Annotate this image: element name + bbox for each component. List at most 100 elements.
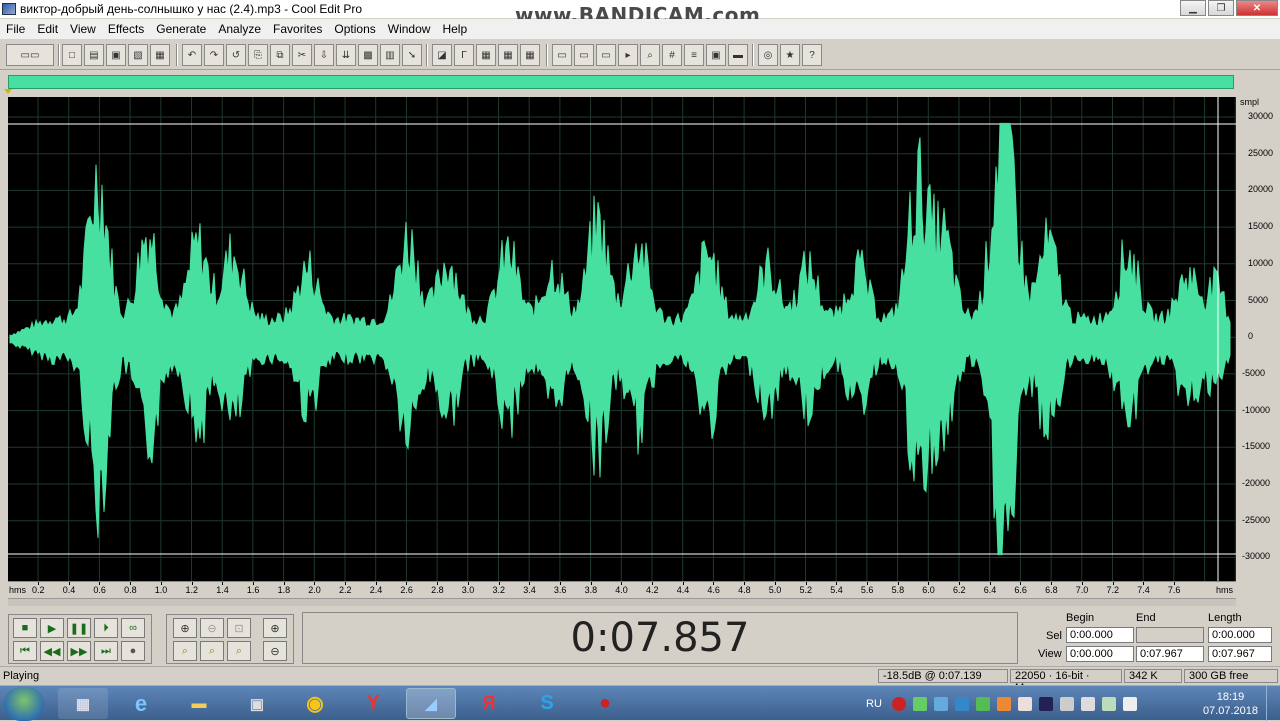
redo-button[interactable]: ↷ xyxy=(204,44,224,66)
repeat-button[interactable]: ↺ xyxy=(226,44,246,66)
minimize-button[interactable]: ▁ xyxy=(1180,0,1206,16)
tray-app-icon[interactable] xyxy=(975,696,990,711)
play-view-button[interactable]: ▸ xyxy=(618,44,638,66)
zoom-left-button[interactable]: ⌕ xyxy=(173,641,197,661)
favorites-button[interactable]: ★ xyxy=(780,44,800,66)
frequency-button[interactable]: Γ xyxy=(454,44,474,66)
mix-paste-button[interactable]: ▩ xyxy=(358,44,378,66)
view-button-2[interactable]: ▭ xyxy=(574,44,594,66)
stop-button[interactable]: ■ xyxy=(13,618,37,638)
taskbar-cool-edit[interactable]: ◢ xyxy=(406,688,456,719)
grid-button-2[interactable]: ▦ xyxy=(498,44,518,66)
taskbar-explorer[interactable]: ▬ xyxy=(174,688,224,719)
view-length-field[interactable]: 0:07.967 xyxy=(1208,646,1272,662)
menu-help[interactable]: Help xyxy=(436,22,473,36)
menu-analyze[interactable]: Analyze xyxy=(212,22,267,36)
fast-forward-button[interactable]: ▶▶ xyxy=(67,641,91,661)
close-button[interactable]: ✕ xyxy=(1236,0,1278,16)
minimize-view-button[interactable]: ▬ xyxy=(728,44,748,66)
zoom-out-horizontal-button[interactable]: ⊖ xyxy=(200,618,224,638)
language-indicator[interactable]: RU xyxy=(866,698,882,710)
pause-button[interactable]: ❚❚ xyxy=(67,618,91,638)
delete-silence-button[interactable]: ➘ xyxy=(402,44,422,66)
zoom-in-horizontal-button[interactable]: ⊕ xyxy=(173,618,197,638)
paste-button[interactable]: ⇩ xyxy=(314,44,334,66)
view-end-field[interactable]: 0:07.967 xyxy=(1136,646,1204,662)
go-to-start-button[interactable]: ⏮ xyxy=(13,641,37,661)
sel-begin-field[interactable]: 0:00.000 xyxy=(1066,627,1134,643)
waveform-display[interactable] xyxy=(8,97,1236,581)
numbers-button[interactable]: ≡ xyxy=(684,44,704,66)
taskbar-bandicam[interactable]: ● xyxy=(580,688,630,719)
view-begin-field[interactable]: 0:00.000 xyxy=(1066,646,1134,662)
menu-file[interactable]: File xyxy=(0,22,31,36)
save-button[interactable]: ▣ xyxy=(106,44,126,66)
zoom-full-button[interactable]: ⊡ xyxy=(227,618,251,638)
menu-effects[interactable]: Effects xyxy=(102,22,150,36)
toggle-multitrack-button[interactable]: ▭▭ xyxy=(6,44,54,66)
taskbar-app-4[interactable]: ▣ xyxy=(232,688,282,719)
show-desktop-button[interactable] xyxy=(1266,686,1280,721)
sel-end-field[interactable] xyxy=(1136,627,1204,643)
tray-app-icon[interactable] xyxy=(933,696,948,711)
cool-edit-app-icon[interactable] xyxy=(2,3,16,15)
copy-to-new-button[interactable]: ⧉ xyxy=(270,44,290,66)
taskbar-internet-explorer[interactable]: e xyxy=(116,688,166,719)
sel-length-field[interactable]: 0:00.000 xyxy=(1208,627,1272,643)
tray-app-icon[interactable] xyxy=(996,696,1011,711)
taskbar-yandex[interactable]: Я xyxy=(464,688,514,719)
paste-new-button[interactable]: ⇊ xyxy=(336,44,356,66)
menu-view[interactable]: View xyxy=(64,22,102,36)
tray-app-icon[interactable] xyxy=(954,696,969,711)
tray-app-icon[interactable] xyxy=(1017,696,1032,711)
record-tray-icon[interactable] xyxy=(891,696,906,711)
grid-button-1[interactable]: ▦ xyxy=(476,44,496,66)
taskbar-yandex-browser[interactable]: Y xyxy=(348,688,398,719)
loop-button[interactable]: ∞ xyxy=(121,618,145,638)
find-button[interactable]: ⌕ xyxy=(640,44,660,66)
menu-generate[interactable]: Generate xyxy=(150,22,212,36)
view-button-3[interactable]: ▭ xyxy=(596,44,616,66)
rewind-button[interactable]: ◀◀ xyxy=(40,641,64,661)
menu-favorites[interactable]: Favorites xyxy=(267,22,328,36)
new-button[interactable]: □ xyxy=(62,44,82,66)
menu-window[interactable]: Window xyxy=(382,22,437,36)
taskbar-clock[interactable]: 18:19 07.07.2018 xyxy=(1203,690,1258,718)
close-file-button[interactable]: ▦ xyxy=(150,44,170,66)
tray-app-icon[interactable] xyxy=(1059,696,1074,711)
copy-button[interactable]: ⎘ xyxy=(248,44,268,66)
zoom-selection-button[interactable]: ⌕ xyxy=(227,641,251,661)
menu-edit[interactable]: Edit xyxy=(31,22,64,36)
taskbar-chrome[interactable]: ◉ xyxy=(290,688,340,719)
overview-range-bar[interactable] xyxy=(8,75,1234,89)
counter-button[interactable]: # xyxy=(662,44,682,66)
trim-button[interactable]: ▥ xyxy=(380,44,400,66)
network-icon[interactable] xyxy=(1122,696,1137,711)
maximize-button[interactable]: ❐ xyxy=(1208,0,1234,16)
play-button[interactable]: ▶ xyxy=(40,618,64,638)
cut-button[interactable]: ✂ xyxy=(292,44,312,66)
help-button[interactable]: ? xyxy=(802,44,822,66)
zoom-out-vertical-button[interactable]: ⊖ xyxy=(263,641,287,661)
open-button[interactable]: ▤ xyxy=(84,44,104,66)
undo-button[interactable]: ↶ xyxy=(182,44,202,66)
horizontal-scrollbar[interactable] xyxy=(8,598,1236,606)
volume-icon[interactable] xyxy=(1080,696,1095,711)
bluetooth-icon[interactable] xyxy=(1038,696,1053,711)
grid-button-3[interactable]: ▦ xyxy=(520,44,540,66)
tray-app-icon[interactable] xyxy=(912,696,927,711)
zoom-right-button[interactable]: ⌕ xyxy=(200,641,224,661)
tray-app-icon[interactable] xyxy=(1101,696,1116,711)
record-button[interactable]: ● xyxy=(121,641,145,661)
taskbar-calculator[interactable]: ▦ xyxy=(58,688,108,719)
zoom-in-vertical-button[interactable]: ⊕ xyxy=(263,618,287,638)
taskbar-skype[interactable]: S xyxy=(522,688,572,719)
playhead-marker[interactable] xyxy=(4,89,12,94)
menu-options[interactable]: Options xyxy=(328,22,381,36)
spectral-button[interactable]: ▣ xyxy=(706,44,726,66)
start-button[interactable] xyxy=(4,687,44,721)
view-button-1[interactable]: ▭ xyxy=(552,44,572,66)
go-to-end-button[interactable]: ⏭ xyxy=(94,641,118,661)
cd-button[interactable]: ◎ xyxy=(758,44,778,66)
save-as-button[interactable]: ▧ xyxy=(128,44,148,66)
